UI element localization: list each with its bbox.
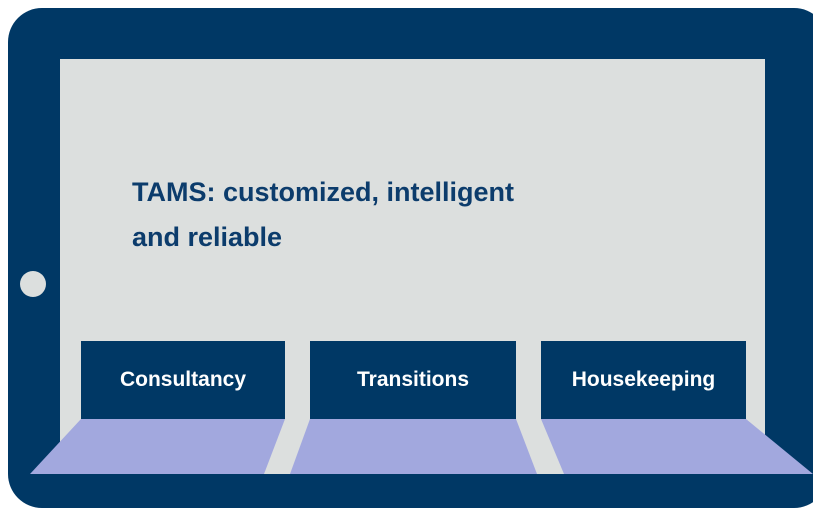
- housekeeping-key: [541, 419, 813, 474]
- transitions-key: [290, 419, 537, 474]
- keyboard-keys: [30, 419, 813, 474]
- consultancy-key: [30, 419, 285, 474]
